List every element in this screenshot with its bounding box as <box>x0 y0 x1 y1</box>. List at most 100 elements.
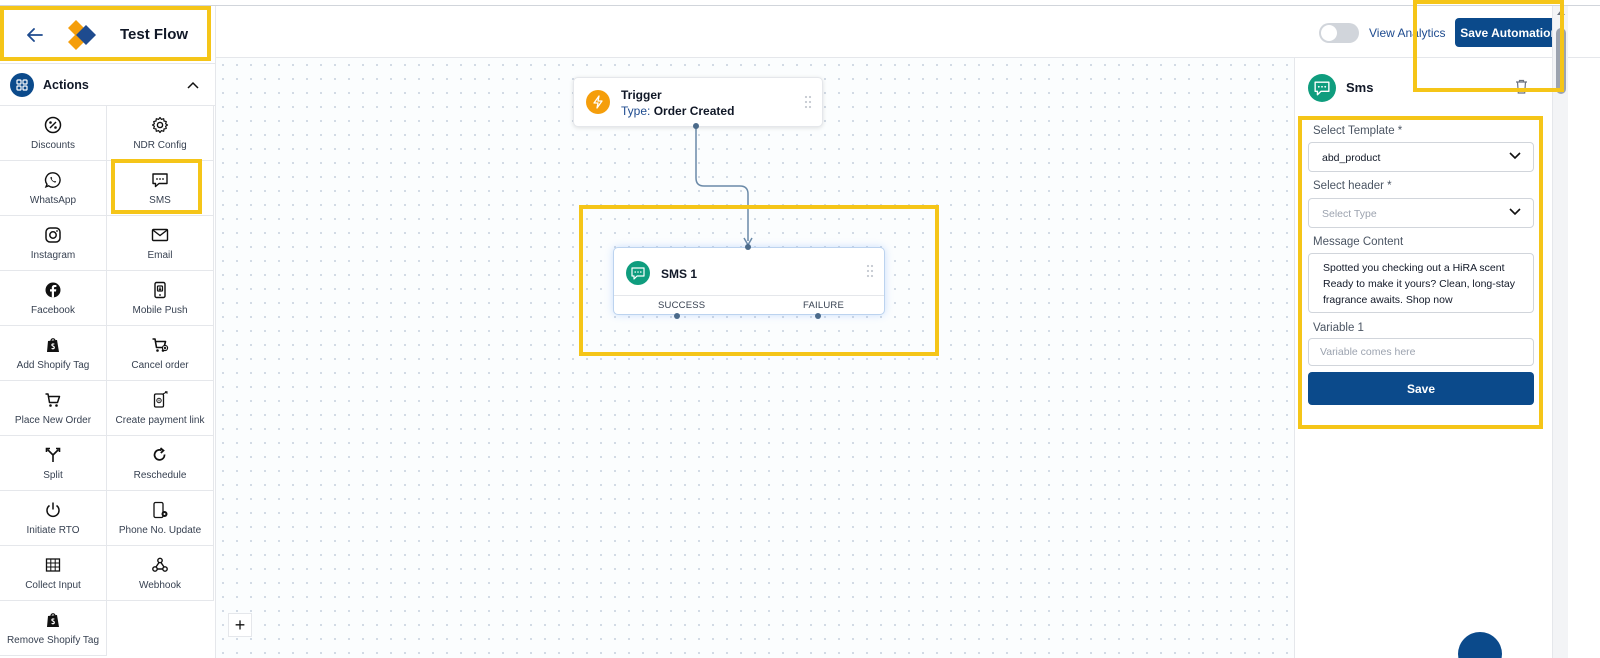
action-label: Add Shopify Tag <box>16 359 90 371</box>
scrollbar-thumb[interactable] <box>1556 28 1566 94</box>
action-label: Instagram <box>30 249 76 261</box>
action-phone-no-update[interactable]: Phone No. Update <box>107 491 214 546</box>
action-label: Initiate RTO <box>26 524 80 536</box>
template-select[interactable]: abd_product <box>1308 142 1534 172</box>
action-add-shopify-tag[interactable]: Add Shopify Tag <box>0 326 107 381</box>
action-whatsapp[interactable]: WhatsApp <box>0 161 107 216</box>
sms-icon <box>626 261 650 285</box>
action-email[interactable]: Email <box>107 216 214 271</box>
success-output-port[interactable] <box>674 313 680 319</box>
success-label: SUCCESS <box>658 300 706 311</box>
variable-1-input[interactable] <box>1308 338 1534 366</box>
action-discounts[interactable]: Discounts <box>0 106 107 161</box>
action-label: Split <box>43 469 63 481</box>
shopify-icon <box>47 337 59 352</box>
power-icon <box>46 502 60 517</box>
drag-handle-icon[interactable] <box>804 95 812 109</box>
cart-icon <box>45 392 61 407</box>
sms-icon <box>1308 74 1336 102</box>
action-label: NDR Config <box>133 139 187 151</box>
connector-edge <box>695 126 753 247</box>
trigger-type: Type: Order Created <box>621 104 734 118</box>
whatsapp-icon <box>44 171 61 188</box>
flow-canvas[interactable]: Trigger Type: Order Created SMS 1 SUCCES… <box>216 58 1294 658</box>
action-label: Reschedule <box>133 469 187 481</box>
sms-input-port[interactable] <box>745 244 751 250</box>
action-label: WhatsApp <box>29 194 77 206</box>
scroll-up-arrow-icon[interactable] <box>1557 10 1565 15</box>
actions-grid: Discounts NDR Config WhatsApp SMS Instag… <box>0 106 215 656</box>
gear-icon <box>151 116 169 133</box>
zoom-in-button[interactable]: + <box>228 613 252 637</box>
webhook-icon <box>152 557 168 572</box>
scrollbar[interactable] <box>1552 6 1568 658</box>
select-template-label: Select Template * <box>1313 125 1403 137</box>
top-bar: View Analytics Save Automation <box>216 6 1600 58</box>
trigger-node[interactable]: Trigger Type: Order Created <box>573 77 823 127</box>
phone-settings-icon <box>153 501 168 518</box>
instagram-icon <box>45 226 61 243</box>
action-cancel-order[interactable]: Cancel order <box>107 326 214 381</box>
grid-icon <box>10 72 34 97</box>
sms-node[interactable]: SMS 1 SUCCESS FAILURE <box>613 247 885 315</box>
mobile-push-icon <box>154 281 166 298</box>
view-analytics-toggle[interactable] <box>1319 23 1359 43</box>
actions-title: Actions <box>43 77 89 92</box>
action-reschedule[interactable]: Reschedule <box>107 436 214 491</box>
action-label: SMS <box>149 194 171 206</box>
failure-label: FAILURE <box>803 300 844 311</box>
trigger-output-port[interactable] <box>693 123 699 129</box>
save-automation-button[interactable]: Save Automation <box>1455 18 1563 47</box>
chevron-up-icon[interactable] <box>187 81 199 89</box>
lightning-icon <box>586 90 610 114</box>
drag-handle-icon[interactable] <box>866 264 874 278</box>
mail-icon <box>151 228 169 241</box>
split-icon <box>45 447 61 462</box>
action-split[interactable]: Split <box>0 436 107 491</box>
facebook-icon <box>45 282 61 297</box>
action-instagram[interactable]: Instagram <box>0 216 107 271</box>
sms-config-panel: Sms Select Template * abd_product Select… <box>1294 58 1552 658</box>
action-facebook[interactable]: Facebook <box>0 271 107 326</box>
action-create-payment-link[interactable]: Create payment link <box>107 381 214 436</box>
action-label: Email <box>147 249 173 261</box>
action-mobile-push[interactable]: Mobile Push <box>107 271 214 326</box>
message-content-label: Message Content <box>1313 236 1404 248</box>
action-label: Create payment link <box>115 414 205 426</box>
trigger-type-label: Type: <box>621 104 651 118</box>
save-button[interactable]: Save <box>1308 372 1534 405</box>
action-initiate-rto[interactable]: Initiate RTO <box>0 491 107 546</box>
payment-link-icon <box>153 390 168 408</box>
header-select-placeholder: Select Type <box>1322 208 1377 220</box>
action-label: Place New Order <box>14 414 92 426</box>
trigger-type-value: Order Created <box>653 104 735 118</box>
chevron-down-icon <box>1509 152 1521 160</box>
action-sms[interactable]: SMS <box>107 161 214 216</box>
redo-icon <box>153 446 166 461</box>
panel-title: Sms <box>1346 80 1374 95</box>
sms-node-title: SMS 1 <box>661 267 698 281</box>
back-arrow-icon[interactable] <box>22 22 48 48</box>
action-label: Remove Shopify Tag <box>6 634 100 646</box>
columns-icon <box>45 557 61 572</box>
sms-icon <box>152 172 168 187</box>
action-label: Mobile Push <box>132 304 188 316</box>
variable-1-label: Variable 1 <box>1313 322 1364 334</box>
view-analytics-label: View Analytics <box>1369 26 1446 40</box>
actions-sidebar: Actions Discounts NDR Config WhatsApp SM… <box>0 64 216 658</box>
action-remove-shopify-tag[interactable]: Remove Shopify Tag <box>0 601 107 656</box>
flow-header: Test Flow <box>0 6 216 64</box>
action-webhook[interactable]: Webhook <box>107 546 214 601</box>
action-place-new-order[interactable]: Place New Order <box>0 381 107 436</box>
message-content-textarea[interactable]: Spotted you checking out a HiRA scent Re… <box>1308 253 1534 313</box>
actions-header[interactable]: Actions <box>0 64 215 106</box>
percent-icon <box>44 116 62 133</box>
action-label: Collect Input <box>25 579 81 591</box>
action-collect-input[interactable]: Collect Input <box>0 546 107 601</box>
trash-icon[interactable] <box>1515 79 1528 94</box>
shopify-icon <box>47 612 59 627</box>
action-ndr-config[interactable]: NDR Config <box>107 106 214 161</box>
failure-output-port[interactable] <box>815 313 821 319</box>
action-label: Webhook <box>138 579 182 591</box>
header-select[interactable]: Select Type <box>1308 198 1534 228</box>
